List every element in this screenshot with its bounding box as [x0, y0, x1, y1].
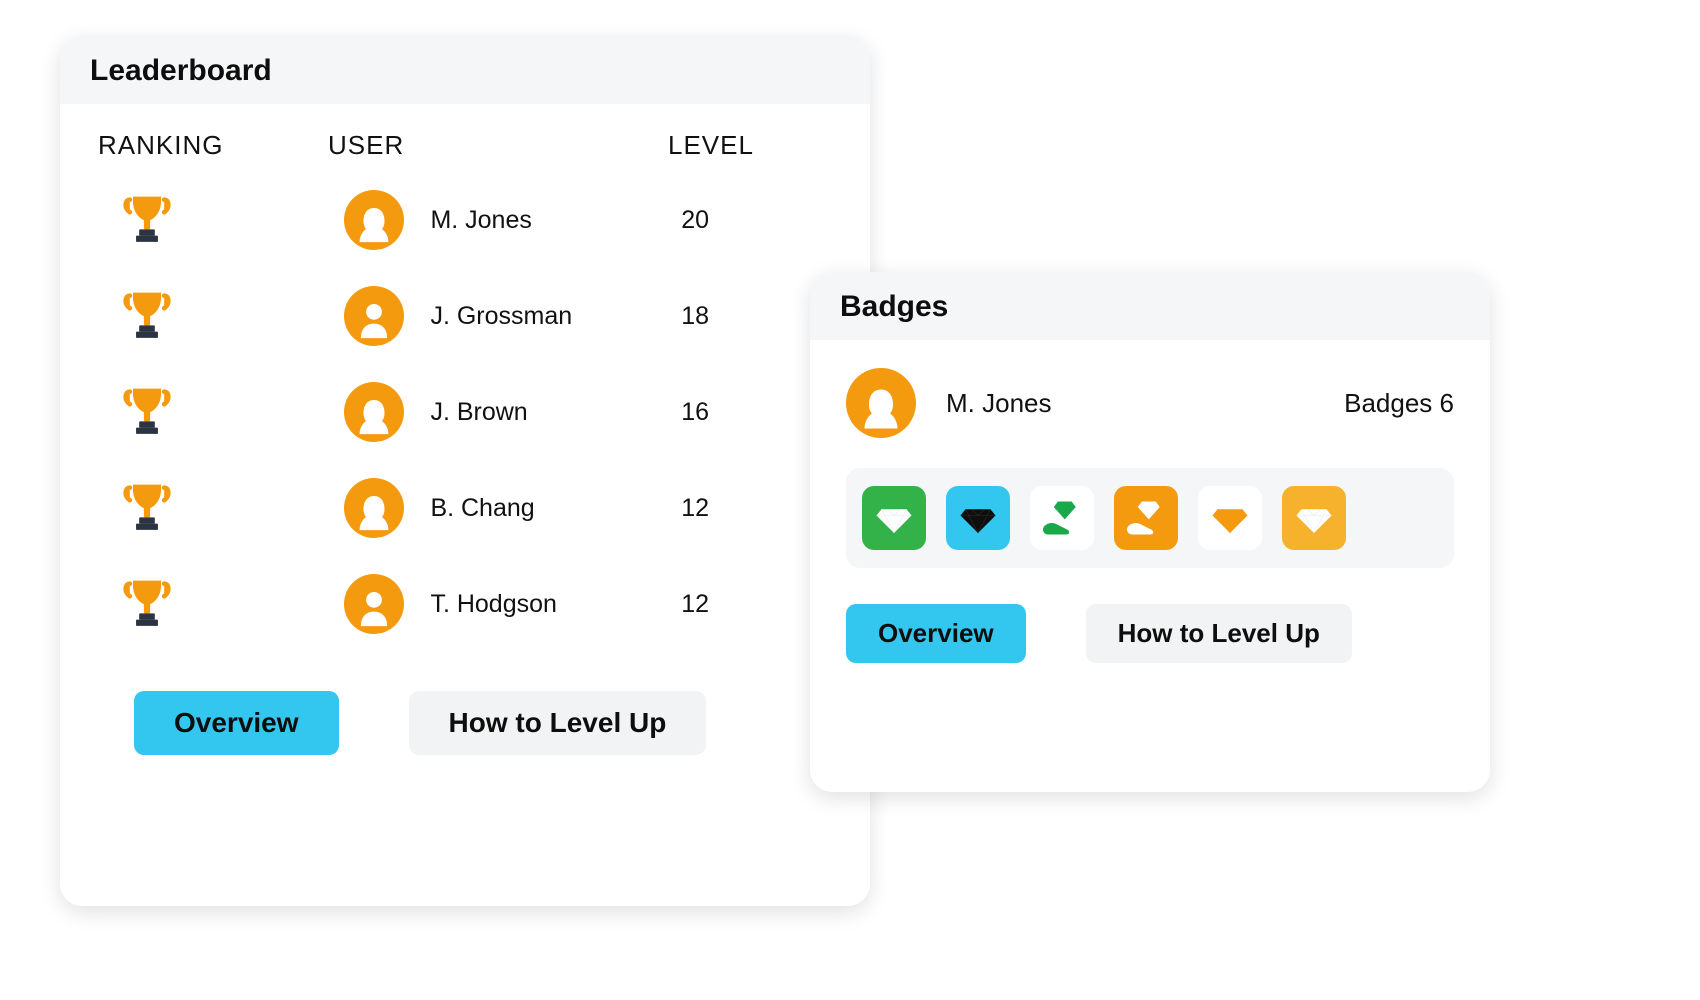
avatar: [846, 368, 916, 438]
badges-actions: Overview How to Level Up: [846, 604, 1454, 663]
badge-tile[interactable]: [862, 486, 926, 550]
diamond-icon: [874, 498, 914, 538]
diamond-icon: [1294, 498, 1334, 538]
trophy-icon: [122, 287, 172, 345]
col-level-label: LEVEL: [668, 130, 828, 161]
avatar: [344, 478, 404, 538]
overview-button[interactable]: Overview: [134, 691, 339, 755]
badge-tile[interactable]: [1198, 486, 1262, 550]
avatar: [344, 382, 404, 442]
leaderboard-title: Leaderboard: [60, 36, 870, 104]
badges-card: Badges M. Jones Badges 6: [810, 272, 1490, 792]
hand-diamond-icon: [1124, 496, 1168, 540]
table-row[interactable]: J. Grossman18: [94, 285, 836, 347]
col-user-label: USER: [328, 130, 668, 161]
leaderboard-columns: RANKING USER LEVEL: [94, 130, 836, 161]
badge-tile[interactable]: [1114, 486, 1178, 550]
leaderboard-card: Leaderboard RANKING USER LEVEL M. Jones 2…: [60, 36, 870, 906]
diamond-icon: [958, 498, 998, 538]
trophy-icon: [122, 383, 172, 441]
table-row[interactable]: M. Jones 20: [94, 189, 836, 251]
trophy-icon: [122, 479, 172, 537]
trophy-icon: [122, 575, 172, 633]
table-row[interactable]: T. Hodgson12: [94, 573, 836, 635]
user-name: B. Chang: [430, 494, 534, 523]
user-name: T. Hodgson: [430, 590, 556, 619]
hand-diamond-icon: [1040, 496, 1084, 540]
user-level: 20: [673, 206, 836, 235]
badges-title: Badges: [810, 272, 1490, 340]
user-name: J. Grossman: [430, 302, 572, 331]
avatar: [344, 190, 404, 250]
badges-strip: [846, 468, 1454, 568]
badges-user-name: M. Jones: [946, 388, 1344, 419]
badge-tile[interactable]: [1282, 486, 1346, 550]
badges-user-row: M. Jones Badges 6: [846, 368, 1454, 438]
user-name: J. Brown: [430, 398, 527, 427]
how-to-level-up-button[interactable]: How to Level Up: [409, 691, 707, 755]
avatar: [344, 574, 404, 634]
trophy-icon: [122, 191, 172, 249]
user-name: M. Jones: [430, 206, 531, 235]
badge-tile[interactable]: [1030, 486, 1094, 550]
overview-button[interactable]: Overview: [846, 604, 1026, 663]
avatar: [344, 286, 404, 346]
leaderboard-actions: Overview How to Level Up: [94, 691, 836, 755]
how-to-level-up-button[interactable]: How to Level Up: [1086, 604, 1352, 663]
table-row[interactable]: B. Chang12: [94, 477, 836, 539]
table-row[interactable]: J. Brown16: [94, 381, 836, 443]
badge-tile[interactable]: [946, 486, 1010, 550]
col-ranking-label: RANKING: [94, 130, 328, 161]
badges-count: Badges 6: [1344, 388, 1454, 419]
diamond-icon: [1210, 498, 1250, 538]
